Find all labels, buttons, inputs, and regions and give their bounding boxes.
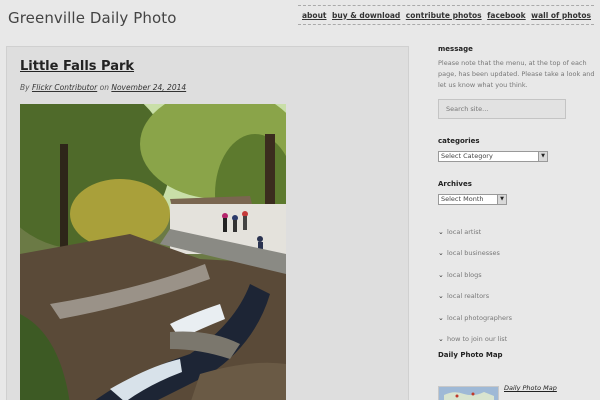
post-content: Little Falls Park By Flickr Contributor … xyxy=(6,46,409,400)
nav-buy-download-link[interactable]: buy & download xyxy=(332,11,400,20)
sidebar-link-label: how to join our list xyxy=(447,335,508,344)
daily-photo-map-link[interactable]: Daily Photo Map xyxy=(504,384,557,392)
archives-heading: Archives xyxy=(438,180,472,188)
categories-heading: categories xyxy=(438,137,480,145)
search-input[interactable] xyxy=(438,99,566,119)
message-heading: message xyxy=(438,45,473,53)
site-title[interactable]: Greenville Daily Photo xyxy=(8,9,177,27)
sidebar-link-label: local blogs xyxy=(447,270,482,279)
byline-on: on xyxy=(99,83,109,92)
chevron-down-icon: ⌄ xyxy=(438,313,444,322)
post-date-link[interactable]: November 24, 2014 xyxy=(111,83,186,92)
sidebar-link-local-blogs[interactable]: ⌄ local blogs xyxy=(438,264,598,286)
sidebar-link-label: local photographers xyxy=(447,313,513,322)
sidebar-links: ⌄ local artist ⌄ local businesses ⌄ local b… xyxy=(438,221,598,350)
byline-prefix: By xyxy=(20,83,30,92)
message-text: Please note that the menu, at the top of… xyxy=(438,59,595,89)
sidebar-link-local-photographers[interactable]: ⌄ local photographers xyxy=(438,307,598,329)
post-photo[interactable] xyxy=(20,104,286,400)
sidebar-link-local-businesses[interactable]: ⌄ local businesses xyxy=(438,243,598,265)
chevron-down-icon: ⌄ xyxy=(438,292,444,301)
map-thumbnail[interactable] xyxy=(438,386,499,400)
categories-select-value: Select Category xyxy=(441,152,493,160)
post-byline: By Flickr Contributor on November 24, 20… xyxy=(20,83,186,92)
map-thumbnail-image xyxy=(439,387,498,400)
sidebar-link-label: local realtors xyxy=(447,292,490,301)
chevron-down-icon: ⌄ xyxy=(438,335,444,344)
chevron-down-icon: ⌄ xyxy=(438,270,444,279)
archives-select[interactable]: Select Month ▼ xyxy=(438,194,507,205)
sidebar: message Please note that the menu, at th… xyxy=(438,0,600,400)
nav-about-link[interactable]: about xyxy=(302,11,327,20)
sidebar-link-local-realtors[interactable]: ⌄ local realtors xyxy=(438,286,598,308)
dropdown-arrow-icon: ▼ xyxy=(497,195,506,204)
sidebar-link-local-artist[interactable]: ⌄ local artist xyxy=(438,221,598,243)
sidebar-link-label: local artist xyxy=(447,227,482,236)
archives-select-value: Select Month xyxy=(441,195,484,203)
chevron-down-icon: ⌄ xyxy=(438,227,444,236)
sidebar-link-join-list[interactable]: ⌄ how to join our list xyxy=(438,329,598,351)
sidebar-link-label: local businesses xyxy=(447,249,500,258)
post-title-link[interactable]: Little Falls Park xyxy=(20,59,134,74)
author-link[interactable]: Flickr Contributor xyxy=(32,83,97,92)
park-photo-illustration xyxy=(20,104,286,400)
dropdown-arrow-icon: ▼ xyxy=(538,152,547,161)
chevron-down-icon: ⌄ xyxy=(438,249,444,258)
categories-select[interactable]: Select Category ▼ xyxy=(438,151,548,162)
daily-photo-map-heading: Daily Photo Map xyxy=(438,351,503,359)
